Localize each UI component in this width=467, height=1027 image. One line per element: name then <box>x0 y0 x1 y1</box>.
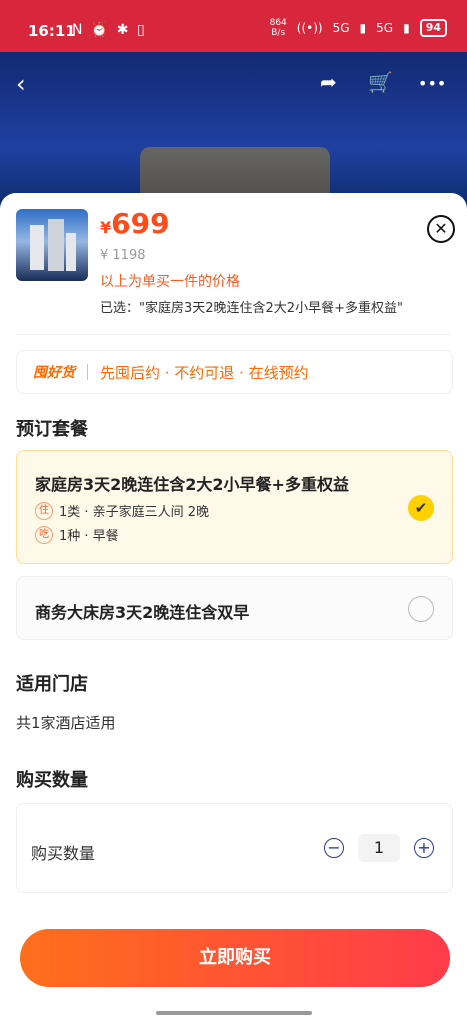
stay-badge: 住 <box>35 501 53 520</box>
thumb-tower-3 <box>66 233 76 271</box>
divider <box>16 334 451 335</box>
net-speed-value: 864 <box>269 18 287 28</box>
more-icon[interactable]: ••• <box>418 74 446 93</box>
signal-5g-2: 5G <box>376 21 394 35</box>
quantity-stepper: − 1 + <box>324 834 434 862</box>
home-indicator <box>156 1011 312 1015</box>
package-option-title: 家庭房3天2晚连住含2大2小早餐+多重权益 <box>35 475 349 494</box>
net-speed-unit: B/s <box>271 28 286 38</box>
promo-tag: 囤好货 <box>33 365 75 381</box>
check-icon[interactable]: ✔ <box>408 495 434 521</box>
signal-bars-icon: ▮ <box>359 21 367 35</box>
battery-indicator: 94 <box>419 19 447 37</box>
quantity-box: 购买数量 − 1 + <box>16 803 453 893</box>
stores-section-title: 适用门店 <box>16 674 88 695</box>
quantity-label: 购买数量 <box>31 844 96 863</box>
back-icon[interactable]: ‹ <box>16 70 26 98</box>
quantity-value[interactable]: 1 <box>358 834 400 862</box>
product-price: ¥699 <box>100 207 170 240</box>
promo-banner: 囤好货 先囤后约 · 不约可退 · 在线预约 <box>16 350 453 394</box>
meal-badge: 吃 <box>35 525 53 544</box>
selected-package-text: 已选："家庭房3天2晚连住含2大2小早餐+多重权益" <box>100 301 403 316</box>
net-speed: 864 B/s <box>270 18 287 38</box>
minus-button[interactable]: − <box>324 838 344 858</box>
product-thumbnail <box>16 209 88 281</box>
package-section-title: 预订套餐 <box>16 419 88 440</box>
promo-text: 先囤后约 · 不约可退 · 在线预约 <box>100 363 309 382</box>
wifi-icon: ((•)) <box>296 21 323 35</box>
original-price: ¥ 1198 <box>100 248 146 263</box>
hotel-hero-image <box>0 52 467 212</box>
status-left-icons: N ⏰ ✱ ▯ <box>72 22 147 38</box>
close-icon[interactable]: ✕ <box>427 215 455 243</box>
package-option-business[interactable]: 商务大床房3天2晚连住含双早 <box>16 576 453 640</box>
package-detail-meal: 吃 1种 · 早餐 <box>35 525 119 544</box>
signal-bars-icon-2: ▮ <box>403 21 410 35</box>
meal-detail-text: 1种 · 早餐 <box>59 529 119 544</box>
share-icon[interactable]: ➦ <box>320 70 337 94</box>
package-option-family[interactable]: 家庭房3天2晚连住含2大2小早餐+多重权益 住 1类 · 亲子家庭三人间 2晚 … <box>16 450 453 564</box>
package-option-title-2: 商务大床房3天2晚连住含双早 <box>35 603 250 622</box>
status-time: 16:11 <box>28 22 76 40</box>
single-price-note: 以上为单买一件的价格 <box>100 274 240 290</box>
price-currency: ¥ <box>100 218 112 237</box>
status-bar: 16:11 N ⏰ ✱ ▯ 864 B/s ((•)) 5G ▮ 5G ▮ 94 <box>0 0 467 52</box>
status-right: 864 B/s ((•)) 5G ▮ 5G ▮ 94 <box>270 18 447 38</box>
thumb-tower-2 <box>48 219 64 271</box>
promo-separator <box>87 364 88 380</box>
buy-now-button[interactable]: 立即购买 <box>20 929 450 987</box>
price-value: 699 <box>111 207 170 240</box>
stores-text: 共1家酒店适用 <box>16 714 116 732</box>
quantity-section-title: 购买数量 <box>16 770 88 791</box>
thumb-tower-1 <box>30 225 44 270</box>
plus-button[interactable]: + <box>414 838 434 858</box>
room-detail-text: 1类 · 亲子家庭三人间 2晚 <box>59 505 210 520</box>
cart-icon[interactable]: 🛒 <box>368 70 393 94</box>
radio-button[interactable] <box>408 596 434 622</box>
package-detail-room: 住 1类 · 亲子家庭三人间 2晚 <box>35 501 209 520</box>
signal-5g-1: 5G <box>332 21 350 35</box>
